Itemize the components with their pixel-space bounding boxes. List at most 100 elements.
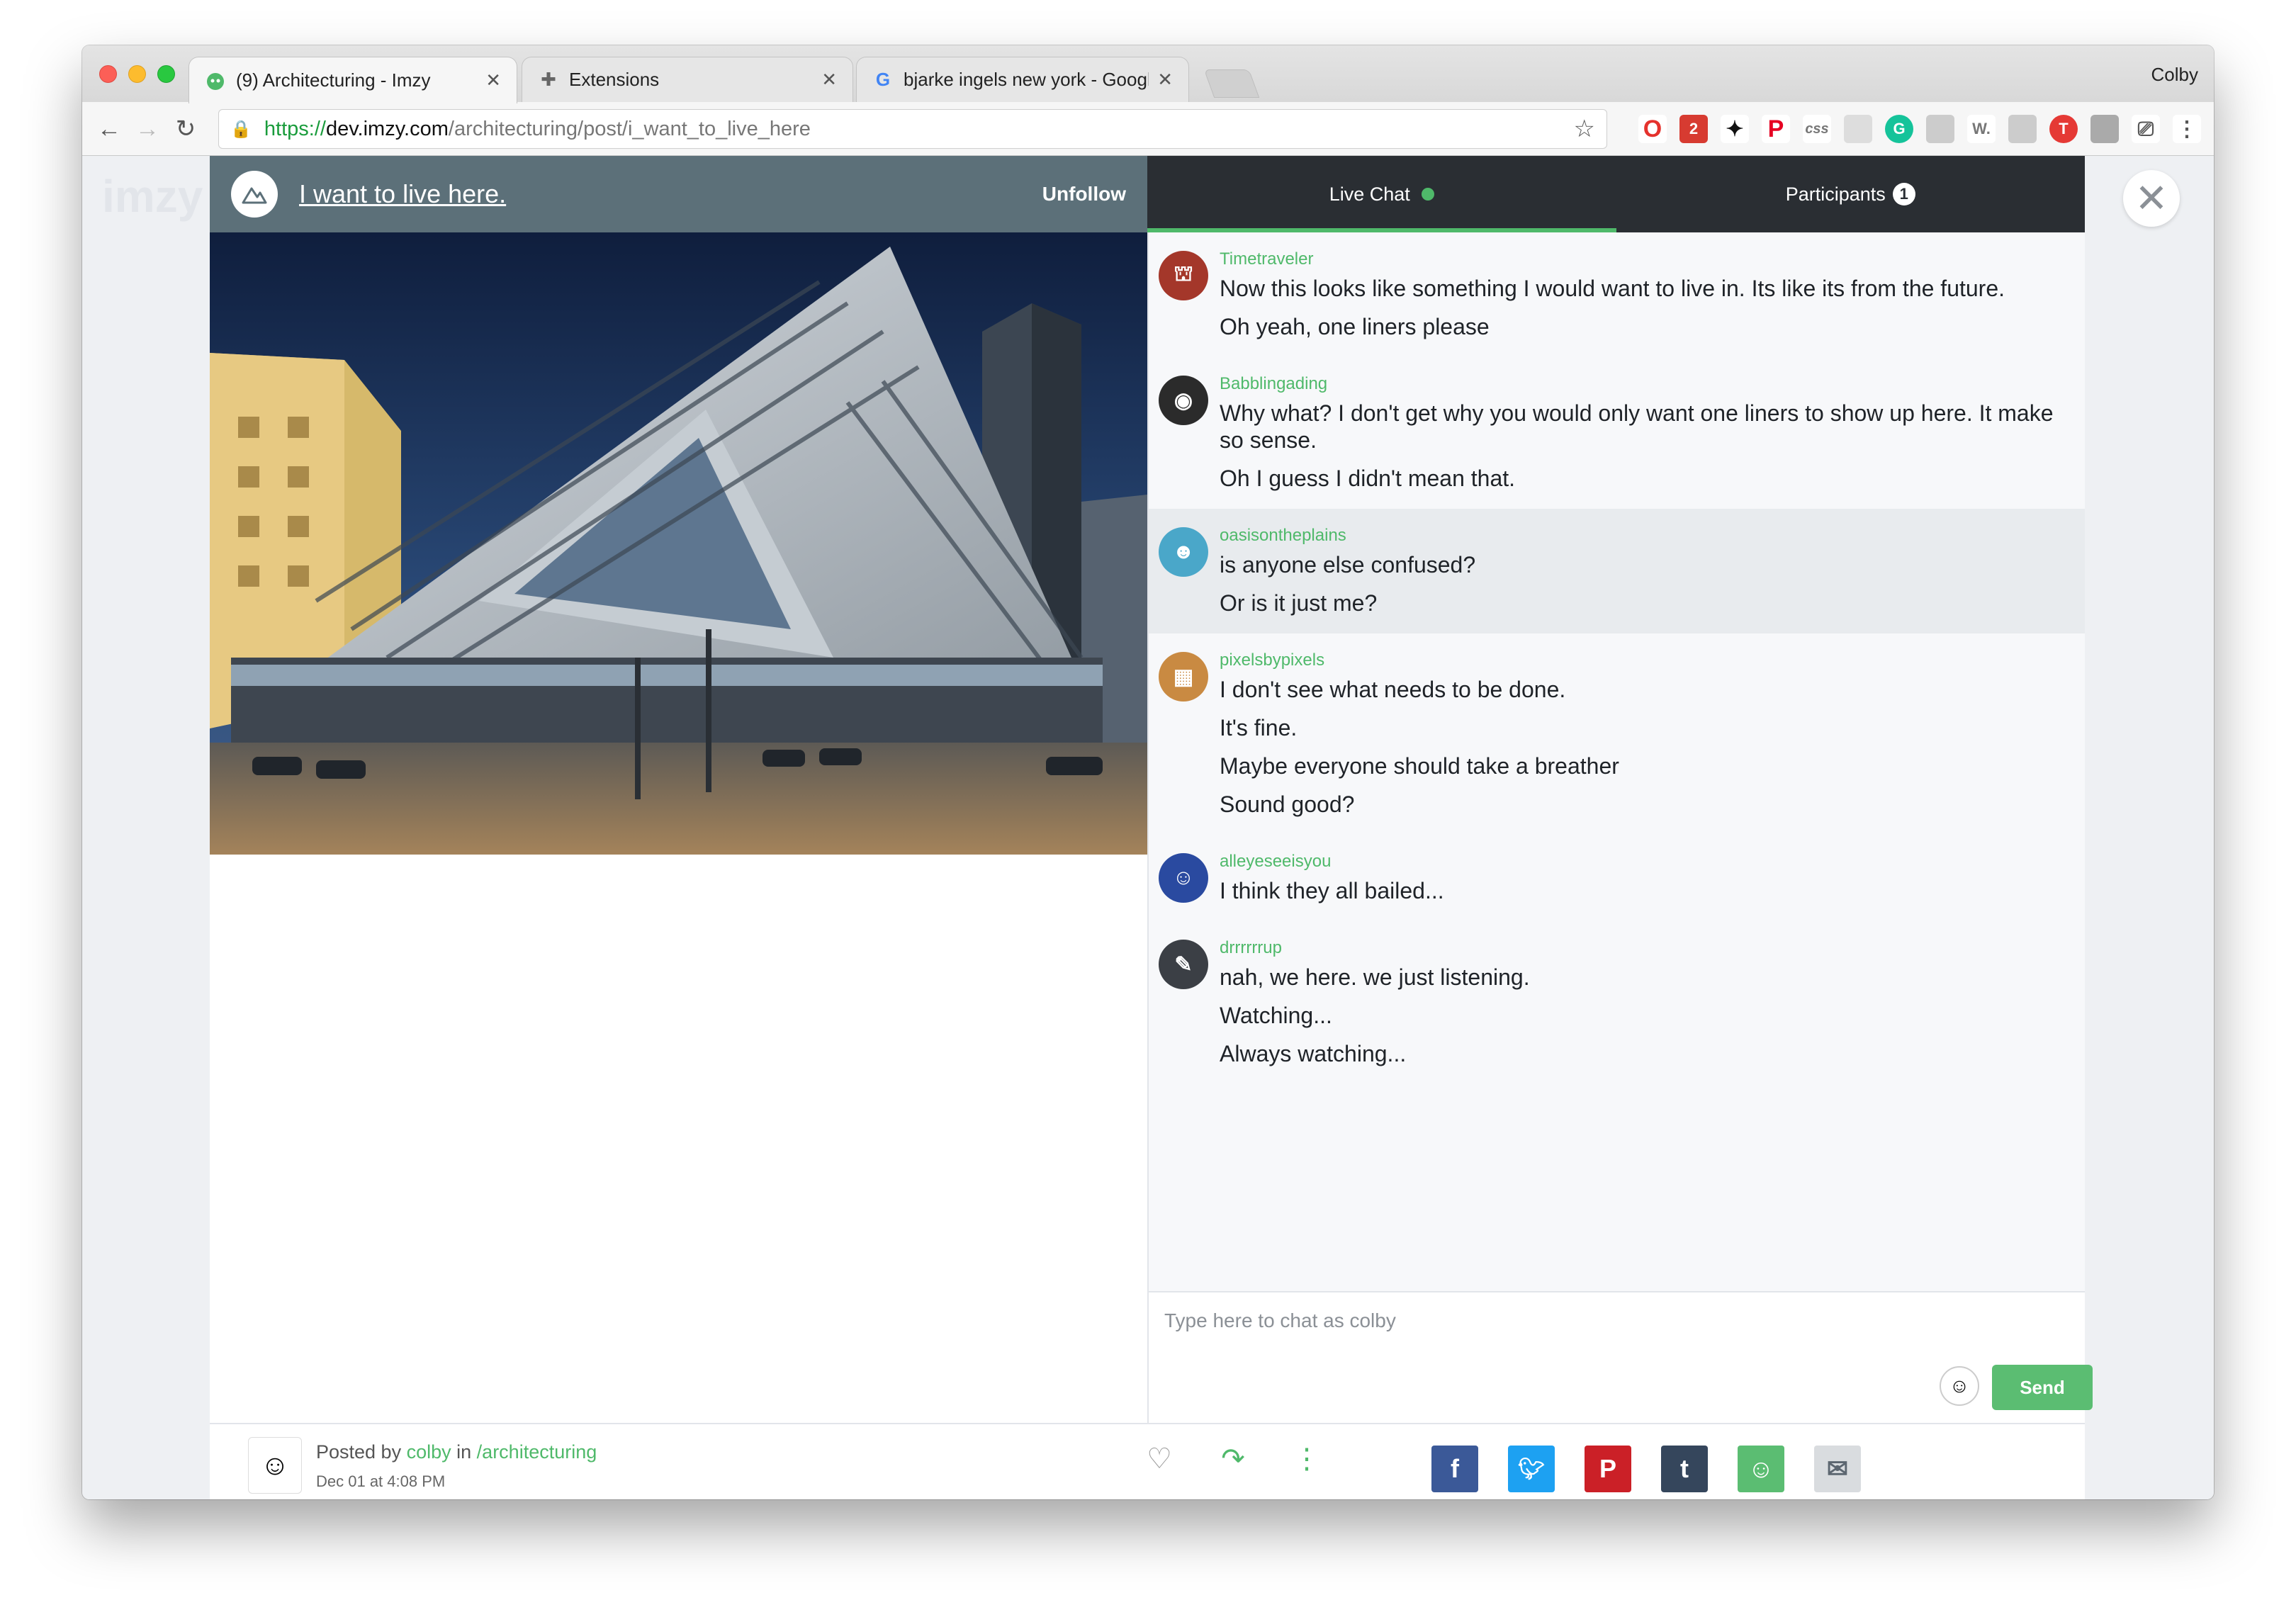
send-button[interactable]: Send xyxy=(1992,1365,2093,1410)
browser-window: (9) Architecturing - Imzy ✕ ✚ Extensions… xyxy=(82,45,2214,1499)
profile-name[interactable]: Colby xyxy=(2151,64,2198,86)
back-arrow-icon[interactable]: ← xyxy=(95,115,123,143)
posted-by-label: Posted by xyxy=(316,1441,402,1463)
message-username[interactable]: drrrrrrup xyxy=(1220,938,2064,958)
cursor-ext-icon[interactable]: ✦ xyxy=(1721,115,1749,143)
participants-label: Participants xyxy=(1785,183,1886,205)
message-text: It's fine. xyxy=(1220,715,1298,740)
avatar[interactable]: ▦ xyxy=(1159,652,1208,702)
tab-participants[interactable]: Participants 1 xyxy=(1616,156,2086,232)
message-username[interactable]: oasisontheplains xyxy=(1220,526,2064,546)
message-text: nah, we here. we just listening. xyxy=(1220,964,1530,990)
reload-icon[interactable]: ↻ xyxy=(171,115,200,143)
tab-live-chat[interactable]: Live Chat xyxy=(1147,156,1616,232)
email-icon[interactable]: ✉ xyxy=(1814,1446,1861,1492)
todoist-icon[interactable]: T xyxy=(2049,115,2078,143)
message-text: Watching... xyxy=(1220,1003,1332,1028)
tab-title: bjarke ingels new york - Googl xyxy=(904,69,1149,90)
pinterest-ext-icon[interactable]: P xyxy=(1762,115,1790,143)
css-ext-icon[interactable]: css xyxy=(1803,115,1831,143)
post-modal: I want to live here. Unfollow Live Chat … xyxy=(210,156,2093,1499)
online-status-dot xyxy=(1421,188,1434,201)
message-group: ▦ pixelsbypixels I don't see what needs … xyxy=(1149,633,2085,835)
avatar[interactable]: ☺ xyxy=(1159,853,1208,903)
address-bar[interactable]: 🔒 https:// dev.imzy.com /architecturing/… xyxy=(218,109,1607,149)
message-group: ◉ Babblingading Why what? I don't get wh… xyxy=(1149,357,2085,509)
author-link[interactable]: colby xyxy=(407,1441,451,1463)
post-actions: ♡ ↷ ⋮ xyxy=(1142,1443,1324,1475)
puzzle-icon: ✚ xyxy=(541,69,556,90)
in-label: in xyxy=(456,1441,472,1463)
tab-strip: (9) Architecturing - Imzy ✕ ✚ Extensions… xyxy=(82,45,2214,103)
close-tab-icon[interactable]: ✕ xyxy=(1157,69,1173,91)
close-window-button[interactable] xyxy=(99,65,117,83)
chat-message-list[interactable]: ⛫ Timetraveler Now this looks like somet… xyxy=(1147,232,2085,1291)
message-group: ✎ drrrrrrup nah, we here. we just listen… xyxy=(1149,921,2085,1084)
close-tab-icon[interactable]: ✕ xyxy=(821,69,837,91)
unfollow-button[interactable]: Unfollow xyxy=(1042,183,1126,205)
message-username[interactable]: pixelsbypixels xyxy=(1220,650,2064,670)
participant-count-badge: 1 xyxy=(1892,183,1915,205)
grid-ext-icon[interactable] xyxy=(2008,115,2037,143)
cast-icon[interactable]: ⎚ xyxy=(2132,115,2160,143)
w-ext-icon[interactable]: W. xyxy=(1967,115,1996,143)
message-text: Now this looks like something I would wa… xyxy=(1220,276,2005,301)
message-text: I think they all bailed... xyxy=(1220,878,1444,903)
more-options-icon[interactable]: ⋮ xyxy=(1290,1443,1324,1475)
forward-arrow-icon[interactable]: → xyxy=(133,115,162,143)
opera-icon[interactable]: O xyxy=(1638,115,1667,143)
post-title[interactable]: I want to live here. xyxy=(299,179,506,209)
url-path: /architecturing/post/i_want_to_live_here xyxy=(448,117,811,140)
new-tab-button[interactable] xyxy=(1203,69,1260,98)
scale-ext-icon[interactable] xyxy=(2090,115,2119,143)
grammarly-icon[interactable]: G xyxy=(1885,115,1913,143)
avatar[interactable]: ⛫ xyxy=(1159,251,1208,300)
message-username[interactable]: Timetraveler xyxy=(1220,249,2064,269)
close-tab-icon[interactable]: ✕ xyxy=(485,69,501,91)
google-icon: G xyxy=(875,69,891,90)
imzy-favicon-icon xyxy=(205,70,226,91)
lock-icon: 🔒 xyxy=(230,119,252,139)
post-footer: ☺ Posted by colby in /architecturing Dec… xyxy=(210,1423,2085,1499)
url-scheme: https:// xyxy=(264,117,326,140)
browser-toolbar: ← → ↻ 🔒 https:// dev.imzy.com /architect… xyxy=(82,102,2214,156)
url-host: dev.imzy.com xyxy=(325,117,449,140)
avatar[interactable]: ◉ xyxy=(1159,376,1208,425)
calendar-ext-icon[interactable]: 2 xyxy=(1679,115,1708,143)
tab-extensions[interactable]: ✚ Extensions ✕ xyxy=(522,57,853,102)
message-text: Always watching... xyxy=(1220,1041,1407,1066)
tab-title: (9) Architecturing - Imzy xyxy=(236,69,431,91)
minimize-window-button[interactable] xyxy=(128,65,146,83)
avatar[interactable]: ☻ xyxy=(1159,527,1208,577)
community-link[interactable]: /architecturing xyxy=(477,1441,597,1463)
chat-input-placeholder[interactable]: Type here to chat as colby xyxy=(1164,1309,1396,1332)
chart-ext-icon[interactable] xyxy=(1844,115,1872,143)
message-text: Why what? I don't get why you would only… xyxy=(1220,400,2054,453)
avatar[interactable]: ✎ xyxy=(1159,940,1208,989)
facebook-icon[interactable]: f xyxy=(1431,1446,1478,1492)
message-username[interactable]: alleyeseeisyou xyxy=(1220,852,2064,872)
author-avatar[interactable]: ☺ xyxy=(248,1437,302,1494)
message-username[interactable]: Babblingading xyxy=(1220,374,2064,394)
twitter-icon[interactable]: 🐦︎ xyxy=(1508,1446,1555,1492)
post-date: Dec 01 at 4:08 PM xyxy=(316,1472,446,1490)
close-modal-icon[interactable]: ✕ xyxy=(2123,170,2180,227)
message-text: I don't see what needs to be done. xyxy=(1220,677,1566,702)
chat-composer[interactable]: Type here to chat as colby ☺ Send xyxy=(1147,1291,2093,1423)
live-chat-label: Live Chat xyxy=(1329,183,1410,205)
message-group: ☻ oasisontheplains is anyone else confus… xyxy=(1149,509,2085,633)
heart-icon[interactable]: ♡ xyxy=(1142,1443,1176,1475)
message-text: Oh I guess I didn't mean that. xyxy=(1220,466,1516,491)
menu-dots-icon[interactable]: ⋮ xyxy=(2173,115,2201,143)
tab-imzy[interactable]: (9) Architecturing - Imzy ✕ xyxy=(188,57,517,103)
tumblr-icon[interactable]: t xyxy=(1661,1446,1708,1492)
tag-ext-icon[interactable] xyxy=(1926,115,1954,143)
imzy-logo: imzy xyxy=(102,171,203,222)
zoom-window-button[interactable] xyxy=(157,65,175,83)
message-text: Maybe everyone should take a breather xyxy=(1220,753,1619,779)
pinterest-icon[interactable]: P xyxy=(1585,1446,1631,1492)
share-arrow-icon[interactable]: ↷ xyxy=(1216,1443,1250,1475)
tab-google[interactable]: G bjarke ingels new york - Googl ✕ xyxy=(856,57,1189,102)
bookmark-star-icon[interactable]: ☆ xyxy=(1574,115,1595,143)
imzy-share-icon[interactable]: ☺ xyxy=(1738,1446,1784,1492)
